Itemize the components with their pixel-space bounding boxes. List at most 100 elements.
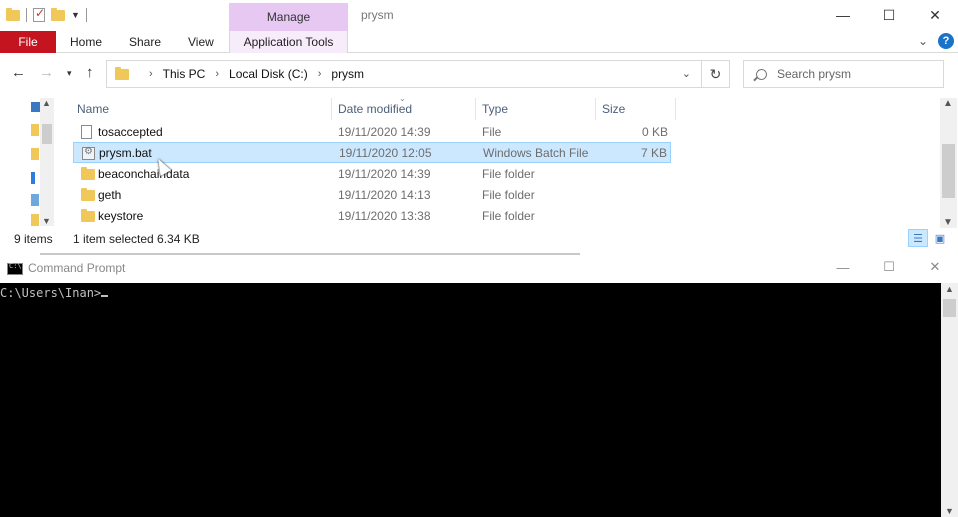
search-input[interactable]: Search prysm [743, 60, 944, 88]
details-view-icon[interactable]: ☰ [908, 229, 928, 247]
selection-info: 1 item selected 6.34 KB [73, 232, 200, 246]
file-date: 19/11/2020 14:39 [338, 166, 431, 181]
view-buttons: ☰ ▣ [908, 229, 950, 247]
file-list-scroll-thumb[interactable] [942, 144, 955, 198]
file-name: prysm.bat [99, 145, 152, 160]
folder-icon [115, 66, 129, 80]
item-count: 9 items [14, 232, 53, 246]
status-bar: 9 items 1 item selected 6.34 KB ☰ ▣ [0, 229, 958, 249]
address-bar[interactable]: › This PC › Local Disk (C:) › prysm ⌄ [106, 60, 702, 88]
column-divider[interactable] [331, 98, 332, 120]
ribbon-tabs: File Home Share View Application Tools ⌄… [0, 31, 958, 53]
command-prompt-window: Command Prompt — ☐ ✕ C:\Users\Inan> ▲ ▼ [0, 255, 958, 517]
chevron-right-icon[interactable]: › [149, 68, 153, 80]
folder-icon[interactable] [31, 148, 39, 160]
navigation-pane[interactable]: ▲ ▼ [28, 98, 56, 228]
breadcrumb-label: Local Disk (C:) [229, 67, 308, 81]
cmd-minimize-button[interactable]: — [820, 255, 866, 279]
file-type: File [482, 124, 502, 139]
nav-pane-scroll-thumb[interactable] [42, 124, 52, 144]
folder-icon [81, 167, 95, 180]
window-title: prysm [361, 8, 394, 22]
help-icon[interactable]: ? [938, 33, 954, 49]
search-icon [756, 68, 767, 80]
tab-home[interactable]: Home [70, 31, 102, 53]
title-bar: ▼ Manage prysm — ☐ ✕ [0, 0, 958, 31]
file-list: Name Date modified ⌄ Type Size tosaccept… [73, 94, 943, 228]
folder-icon [81, 209, 95, 222]
quick-access-toolbar: ▼ [6, 5, 87, 25]
chevron-right-icon[interactable]: › [215, 68, 219, 80]
qat-dropdown-icon[interactable]: ▼ [71, 10, 80, 20]
new-folder-icon[interactable] [51, 7, 65, 21]
tab-application-tools[interactable]: Application Tools [229, 31, 348, 53]
command-prompt-icon[interactable] [7, 262, 23, 275]
breadcrumb-local-disk[interactable]: Local Disk (C:) › [229, 67, 321, 81]
large-icons-view-icon[interactable]: ▣ [930, 229, 950, 247]
column-header-size[interactable]: Size [602, 98, 625, 120]
quick-access-icon[interactable] [31, 102, 40, 112]
breadcrumb-prysm[interactable]: prysm [331, 67, 364, 81]
file-size: 0 KB [641, 124, 668, 139]
address-history-dropdown-icon[interactable]: ⌄ [682, 67, 691, 80]
minimize-button[interactable]: — [820, 0, 866, 30]
qat-separator [85, 8, 87, 22]
column-divider[interactable] [675, 98, 676, 120]
tab-file[interactable]: File [0, 31, 56, 53]
column-divider[interactable] [475, 98, 476, 120]
folder-icon[interactable] [31, 124, 39, 136]
file-type: File folder [482, 208, 535, 223]
download-icon[interactable] [31, 172, 35, 184]
pictures-icon[interactable] [31, 194, 39, 206]
breadcrumb-label: This PC [162, 67, 206, 81]
scroll-down-icon[interactable]: ▼ [945, 506, 954, 516]
console-scrollbar[interactable]: ▲ ▼ [941, 283, 958, 517]
cmd-close-button[interactable]: ✕ [912, 255, 958, 279]
text-cursor [101, 295, 109, 297]
chevron-right-icon[interactable]: › [318, 68, 322, 80]
nav-pane-scrollbar[interactable]: ▲ ▼ [40, 98, 54, 226]
forward-arrow-icon[interactable]: → [39, 64, 54, 81]
file-name: beaconchaindata [98, 166, 190, 181]
refresh-button[interactable]: ↻ [702, 60, 730, 88]
scroll-down-icon[interactable]: ▼ [42, 216, 51, 226]
console-output[interactable]: C:\Users\Inan> [0, 283, 940, 517]
file-name: geth [98, 187, 122, 202]
scroll-down-icon[interactable]: ▼ [943, 217, 953, 228]
back-arrow-icon[interactable]: ← [11, 64, 26, 81]
file-list-scrollbar[interactable]: ▲ ▼ [940, 98, 957, 228]
file-row-geth[interactable]: geth 19/11/2020 14:13 File folder [73, 184, 671, 205]
cmd-window-controls: — ☐ ✕ [820, 255, 958, 279]
scroll-up-icon[interactable]: ▲ [42, 98, 51, 108]
scroll-up-icon[interactable]: ▲ [943, 98, 953, 109]
expand-ribbon-chevron-icon[interactable]: ⌄ [918, 34, 928, 48]
cmd-maximize-button[interactable]: ☐ [866, 255, 912, 279]
column-header-type[interactable]: Type [482, 98, 508, 120]
console-scroll-thumb[interactable] [943, 299, 956, 317]
folder-icon[interactable] [31, 214, 39, 226]
batch-file-icon [82, 146, 95, 160]
properties-icon[interactable] [33, 6, 45, 22]
ribbon-right-controls: ⌄ ? [918, 33, 954, 49]
file-type: File folder [482, 166, 535, 181]
file-date: 19/11/2020 12:05 [339, 145, 432, 160]
file-row-tosaccepted[interactable]: tosaccepted 19/11/2020 14:39 File 0 KB [73, 121, 671, 142]
sort-indicator-icon: ⌄ [399, 94, 406, 103]
file-row-keystore[interactable]: keystore 19/11/2020 13:38 File folder [73, 205, 671, 226]
file-name: tosaccepted [98, 124, 163, 139]
breadcrumb-this-pc[interactable]: This PC › [163, 67, 219, 81]
breadcrumb-separator: › [139, 68, 153, 80]
tab-view[interactable]: View [188, 31, 214, 53]
folder-icon[interactable] [6, 7, 20, 21]
qat-separator [26, 8, 27, 22]
scroll-up-icon[interactable]: ▲ [945, 284, 954, 294]
close-button[interactable]: ✕ [912, 0, 958, 30]
address-row: ← → ▾ ↑ › This PC › Local Disk (C:) › prys… [0, 56, 958, 92]
manage-context-tab[interactable]: Manage [229, 3, 348, 31]
recent-locations-chevron-icon[interactable]: ▾ [67, 68, 72, 79]
tab-share[interactable]: Share [129, 31, 161, 53]
column-header-name[interactable]: Name [77, 98, 109, 120]
column-divider[interactable] [595, 98, 596, 120]
maximize-button[interactable]: ☐ [866, 0, 912, 30]
up-arrow-icon[interactable]: ↑ [86, 64, 94, 81]
